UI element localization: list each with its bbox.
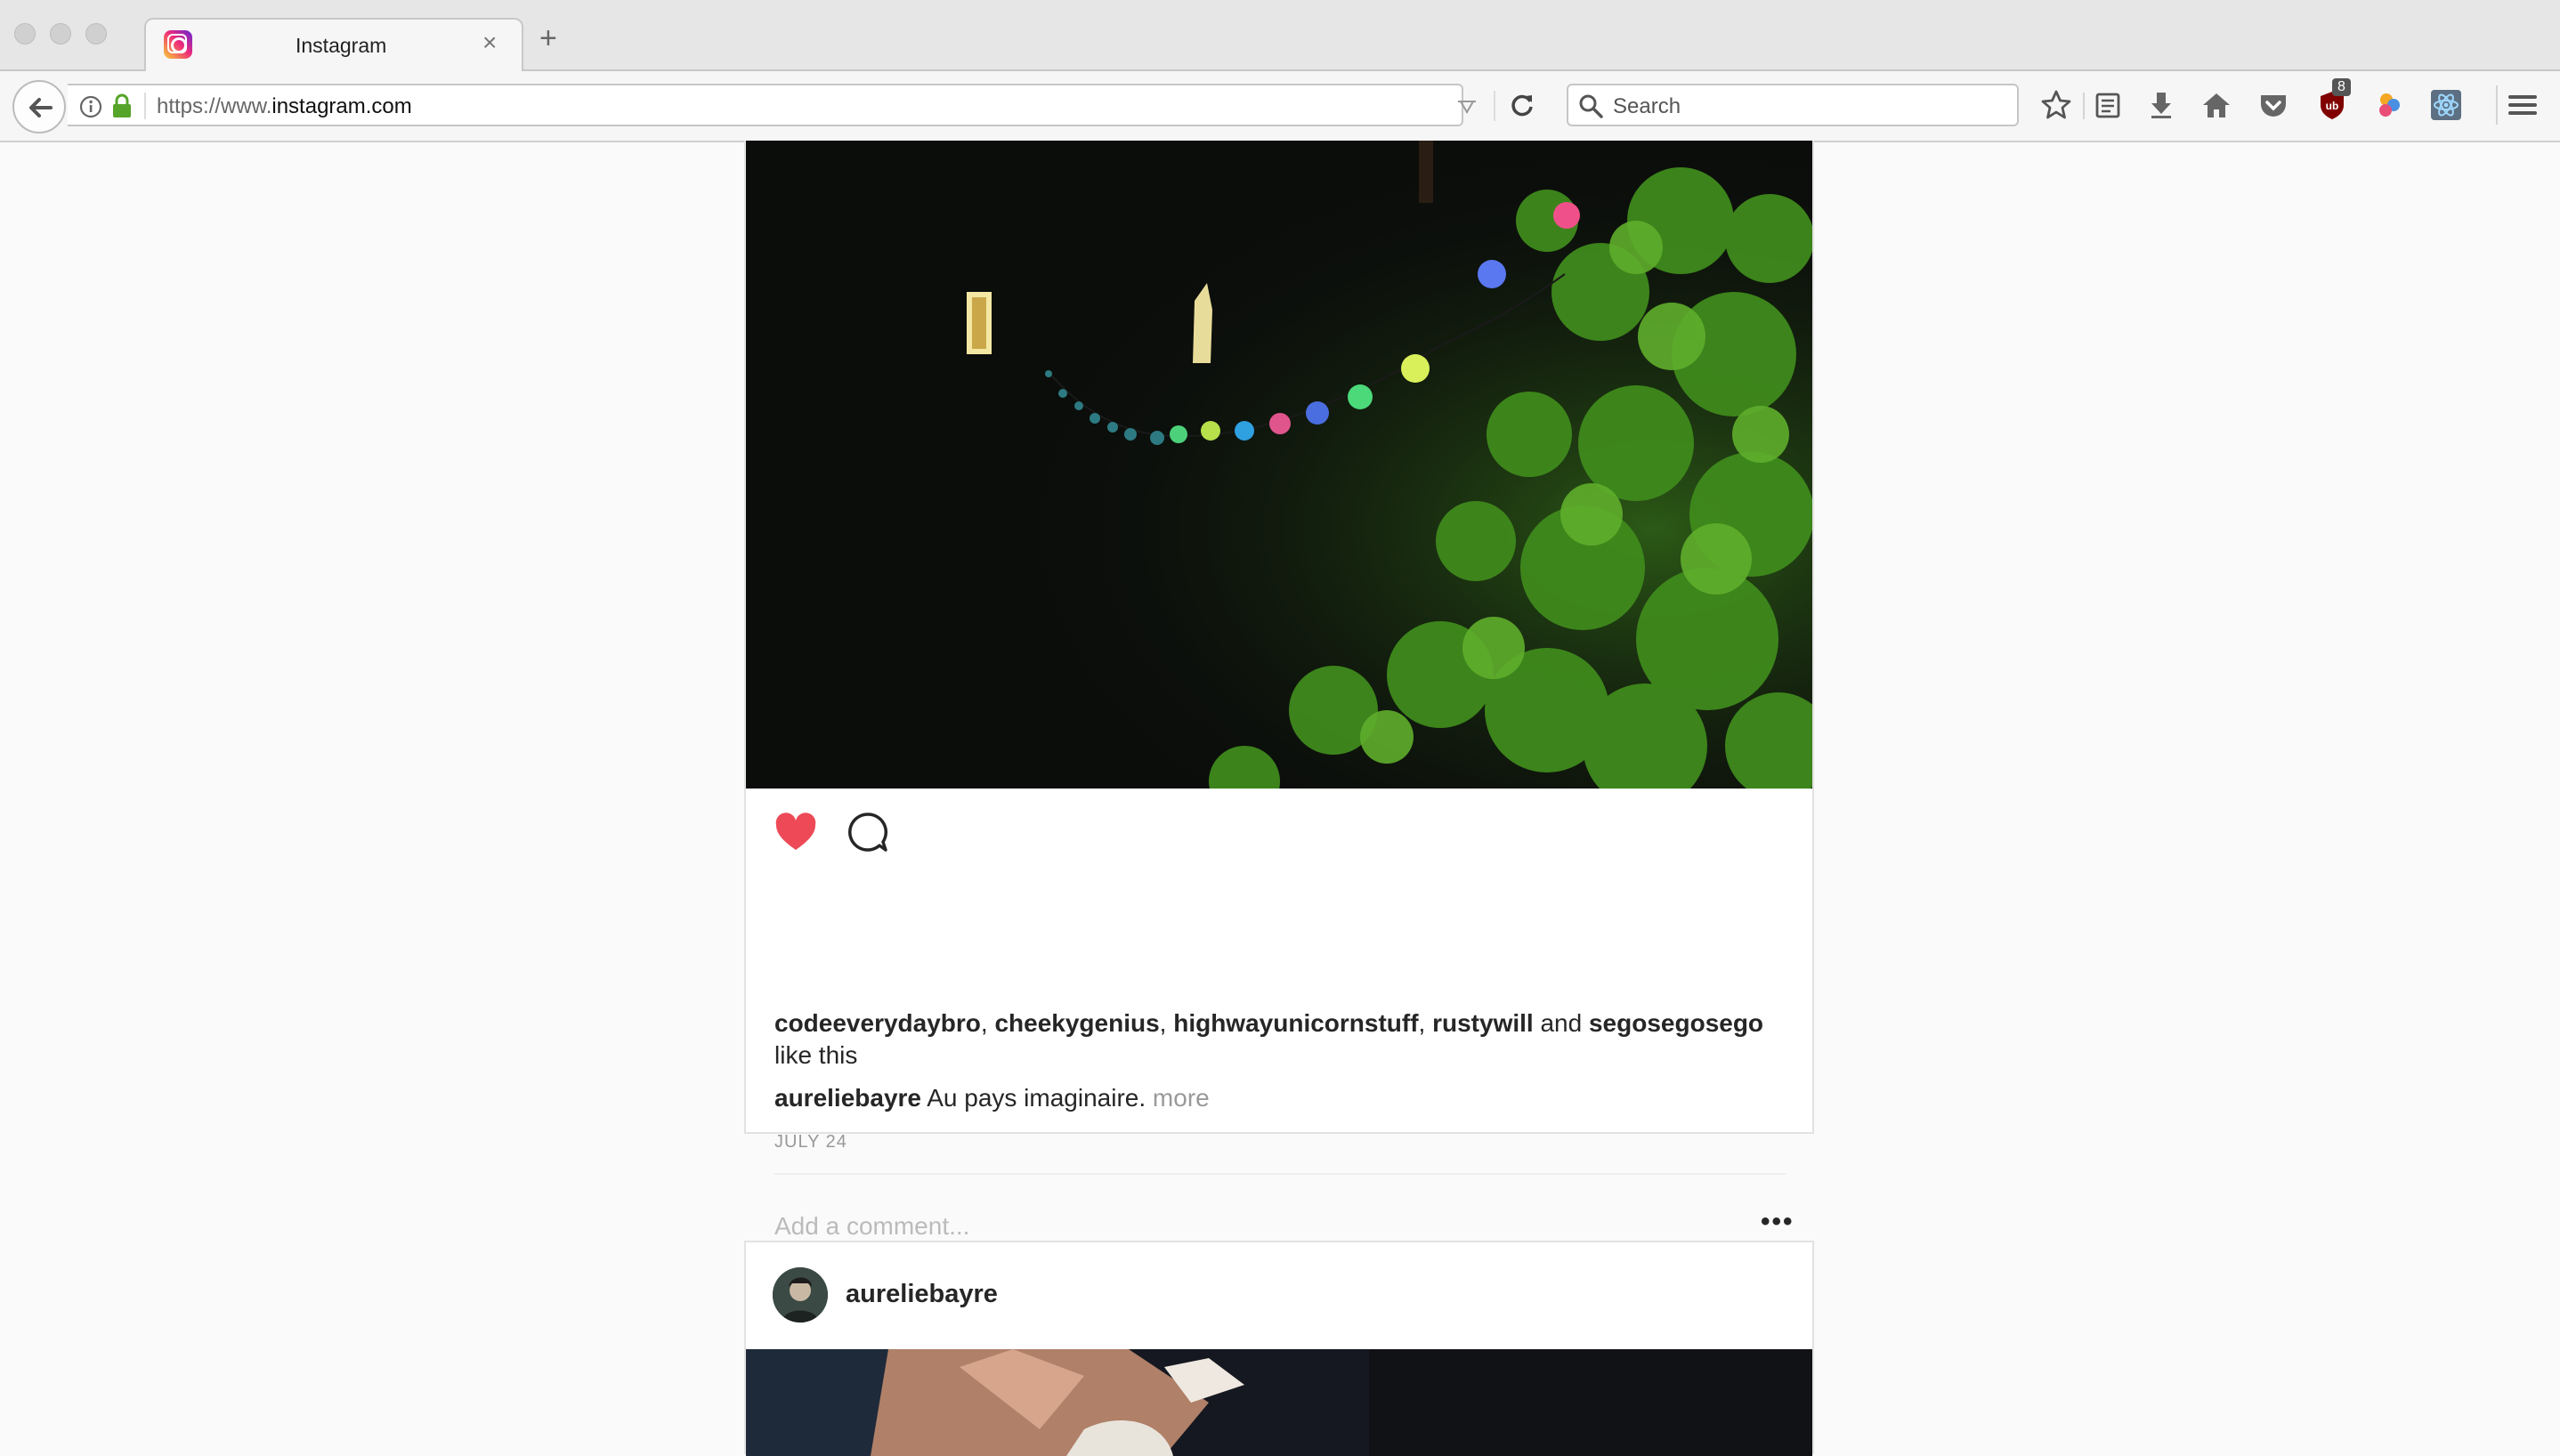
night-garden-photo: [746, 141, 1812, 789]
liker-link[interactable]: cheekygenius: [994, 1009, 1159, 1037]
back-button[interactable]: [12, 80, 66, 133]
reload-icon[interactable]: [1508, 91, 1536, 119]
reload-divider: [1494, 91, 1495, 121]
likes-separator: ,: [980, 1009, 995, 1037]
toolbar-divider: [2083, 93, 2085, 119]
post-card: codeeverydaybro, cheekygenius, highwayun…: [744, 141, 1814, 1240]
post-date[interactable]: JULY 24: [774, 1132, 847, 1153]
window-close-button[interactable]: [14, 23, 36, 44]
caption-more-link[interactable]: more: [1153, 1084, 1210, 1112]
address-divider: [144, 93, 146, 119]
likes-and: and: [1533, 1009, 1589, 1037]
liker-link[interactable]: highwayunicornstuff: [1173, 1009, 1418, 1037]
search-icon: [1579, 94, 1603, 118]
address-bar[interactable]: https://www.instagram.com: [68, 84, 1495, 126]
window-minimize-button[interactable]: [50, 23, 71, 44]
liker-link[interactable]: rustywill: [1432, 1009, 1534, 1037]
liker-link[interactable]: segosegosego: [1589, 1009, 1763, 1037]
like-heart-icon[interactable]: [773, 810, 819, 856]
new-tab-button[interactable]: +: [539, 23, 557, 53]
liker-link[interactable]: codeeverydaybro: [774, 1009, 981, 1037]
info-icon[interactable]: [78, 94, 103, 119]
browser-chrome: Instagram × + https://www.instagram.com: [0, 0, 2560, 142]
reading-list-icon[interactable]: [2090, 87, 2126, 123]
search-bar[interactable]: Search: [1567, 84, 2019, 126]
post-caption: aureliebayre Au pays imaginaire. more: [774, 1084, 1210, 1112]
tab-instagram[interactable]: Instagram ×: [144, 18, 523, 71]
search-placeholder: Search: [1613, 94, 1681, 118]
ublock-count-badge: 8: [2332, 78, 2351, 96]
hamburger-menu-icon[interactable]: [2505, 87, 2540, 123]
more-options-button[interactable]: •••: [1761, 1207, 1794, 1237]
window-zoom-button[interactable]: [85, 23, 107, 44]
pocket-icon[interactable]: [2256, 87, 2291, 123]
dropdown-arrow-icon[interactable]: [1456, 98, 1478, 116]
comment-bubble-icon[interactable]: [846, 810, 890, 854]
caption-text: Au pays imaginaire.: [927, 1084, 1146, 1112]
add-comment-input[interactable]: Add a comment...: [774, 1212, 969, 1241]
home-icon[interactable]: [2199, 87, 2234, 123]
instagram-favicon-icon: [164, 30, 192, 59]
avatar-image: [773, 1267, 828, 1323]
post-photo[interactable]: [746, 1349, 1812, 1456]
toolbar-divider: [2496, 85, 2498, 125]
likes-separator: ,: [1159, 1009, 1174, 1037]
avatar[interactable]: [773, 1267, 828, 1323]
post-card: aureliebayre: [744, 1241, 1814, 1456]
caption-username[interactable]: aureliebayre: [774, 1084, 921, 1112]
secure-lock-icon: [113, 93, 131, 117]
post-photo-preview: [746, 1349, 1812, 1456]
tab-strip: Instagram × +: [0, 0, 2560, 71]
post-username[interactable]: aureliebayre: [846, 1280, 998, 1309]
tab-title: Instagram: [296, 34, 387, 57]
colorful-extension-icon[interactable]: [2371, 87, 2407, 123]
url-domain: instagram.com: [271, 94, 412, 118]
react-devtools-icon[interactable]: [2428, 87, 2464, 123]
bookmark-star-icon[interactable]: [2038, 87, 2074, 123]
likes-suffix: like this: [774, 1041, 858, 1069]
url-prefix: https://www.: [157, 94, 272, 118]
back-arrow-icon: [29, 98, 53, 117]
url-text[interactable]: https://www.instagram.com: [157, 94, 412, 119]
likes-separator: ,: [1418, 1009, 1433, 1037]
comment-divider: [774, 1173, 1786, 1175]
tab-close-button[interactable]: ×: [482, 28, 497, 57]
download-icon[interactable]: [2143, 87, 2179, 123]
likes-summary: codeeverydaybro, cheekygenius, highwayun…: [774, 1007, 1789, 1072]
post-photo[interactable]: [746, 141, 1812, 789]
svg-text:ub: ub: [2326, 100, 2339, 112]
